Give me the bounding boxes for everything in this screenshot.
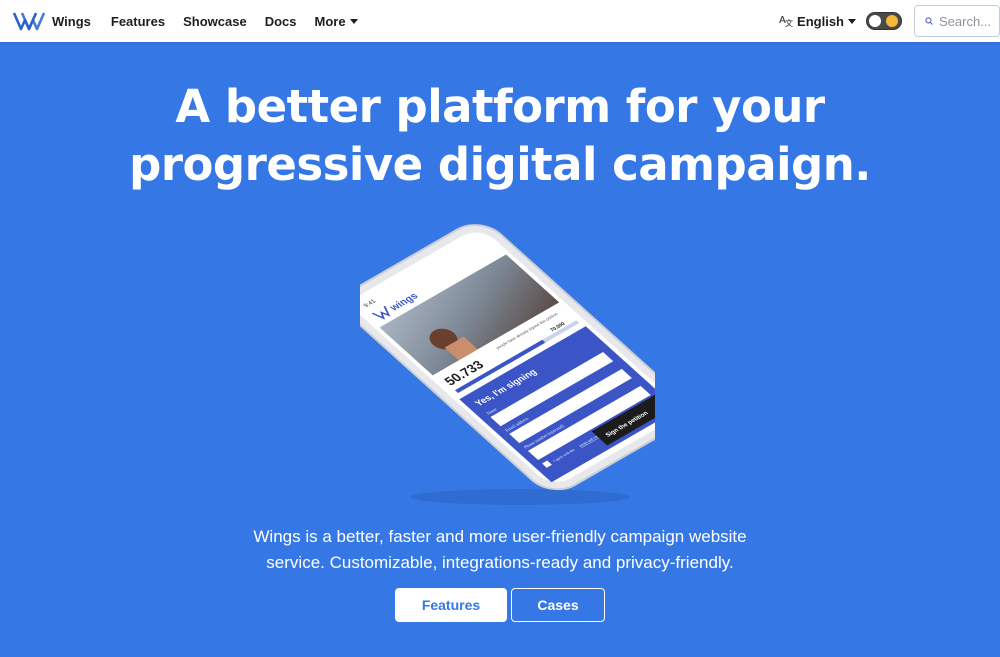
hero-title: A better platform for your progressive d… xyxy=(0,78,1000,194)
search-input[interactable] xyxy=(939,13,999,29)
brand-name: Wings xyxy=(52,13,91,29)
chevron-down-icon xyxy=(848,19,856,24)
hero-title-line-2: progressive digital campaign. xyxy=(129,138,871,191)
chevron-down-icon xyxy=(349,19,358,24)
nav-right: A 文 English xyxy=(779,0,1000,42)
brand-link[interactable]: Wings xyxy=(12,0,91,42)
hero-description-line-2: service. Customizable, integrations-read… xyxy=(266,553,734,572)
nav-link-showcase[interactable]: Showcase xyxy=(183,14,247,29)
hero-description: Wings is a better, faster and more user-… xyxy=(0,524,1000,576)
nav-link-docs[interactable]: Docs xyxy=(265,14,297,29)
hero-title-line-1: A better platform for your xyxy=(175,80,825,133)
translate-icon: A 文 xyxy=(779,13,793,30)
search-box[interactable] xyxy=(914,5,1000,37)
features-button[interactable]: Features xyxy=(395,588,507,622)
toggle-knob xyxy=(869,15,881,27)
phone-mockup-image: 9:41 wings 50.733 people have already si… xyxy=(344,212,688,507)
svg-text:文: 文 xyxy=(785,18,793,27)
sun-icon xyxy=(886,15,898,27)
nav-more-dropdown[interactable]: More xyxy=(314,13,358,29)
phone-illustration: 9:41 wings 50.733 people have already si… xyxy=(344,224,688,505)
search-icon xyxy=(925,17,933,25)
hero-description-line-1: Wings is a better, faster and more user-… xyxy=(253,527,747,546)
language-label: English xyxy=(797,13,844,29)
hero-buttons: Features Cases xyxy=(0,588,1000,622)
nav-link-features[interactable]: Features xyxy=(111,14,165,29)
dark-mode-toggle[interactable] xyxy=(866,12,902,30)
navbar: Wings Features Showcase Docs More A 文 En… xyxy=(0,0,1000,42)
cases-button[interactable]: Cases xyxy=(511,588,605,622)
language-dropdown[interactable]: A 文 English xyxy=(779,13,856,30)
wings-logo-icon xyxy=(12,12,46,31)
nav-more-label: More xyxy=(314,13,346,29)
